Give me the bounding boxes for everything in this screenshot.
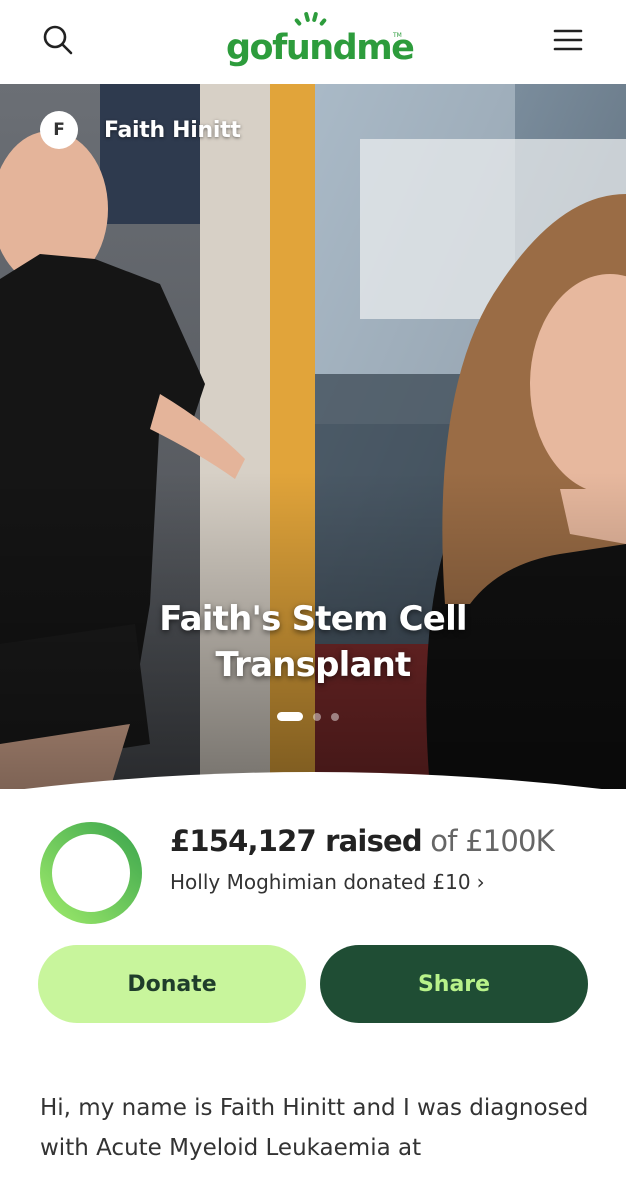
campaign-hero-image[interactable]: F Faith Hinitt Faith's Stem Cell Transpl…: [0, 84, 626, 789]
recent-donation-text: Holly Moghimian donated £10: [170, 870, 471, 894]
donate-button[interactable]: Donate: [38, 945, 306, 1023]
search-button[interactable]: [38, 20, 78, 60]
organizer-avatar: F: [40, 111, 78, 149]
chevron-right-icon: ›: [476, 870, 485, 894]
carousel-dot-1[interactable]: [277, 712, 303, 721]
campaign-title: Faith's Stem Cell Transplant: [0, 596, 626, 688]
carousel-dots: [277, 712, 339, 721]
organizer-name: Faith Hinitt: [104, 117, 241, 143]
hero-bottom-curve: [24, 772, 602, 789]
raised-amount: £154,127 raised: [170, 824, 423, 858]
carousel-dot-3[interactable]: [331, 712, 339, 721]
goal-amount: of £100K: [430, 824, 554, 858]
logo-wordmark: gofundme: [226, 28, 415, 68]
amount-raised: £154,127 raised of £100K: [170, 824, 555, 858]
carousel-dot-2[interactable]: [313, 712, 321, 721]
hamburger-menu-icon: [553, 29, 583, 51]
story-fade-overlay: [0, 1160, 626, 1200]
organizer-info[interactable]: F Faith Hinitt: [40, 111, 241, 149]
campaign-story: Hi, my name is Faith Hinitt and I was di…: [40, 1095, 589, 1161]
logo-trademark: TM: [393, 32, 402, 39]
campaign-title-line1: Faith's Stem Cell: [159, 599, 467, 639]
recent-donation-link[interactable]: Holly Moghimian donated £10 ›: [170, 870, 485, 894]
top-header: gofundme TM: [0, 0, 626, 84]
donation-progress-ring: [40, 822, 142, 924]
share-button[interactable]: Share: [320, 945, 588, 1023]
sprout-logo-icon: [294, 12, 327, 26]
menu-button[interactable]: [548, 20, 588, 60]
gofundme-logo[interactable]: gofundme TM: [226, 10, 415, 70]
search-icon: [43, 25, 73, 55]
campaign-title-line2: Transplant: [215, 645, 411, 685]
